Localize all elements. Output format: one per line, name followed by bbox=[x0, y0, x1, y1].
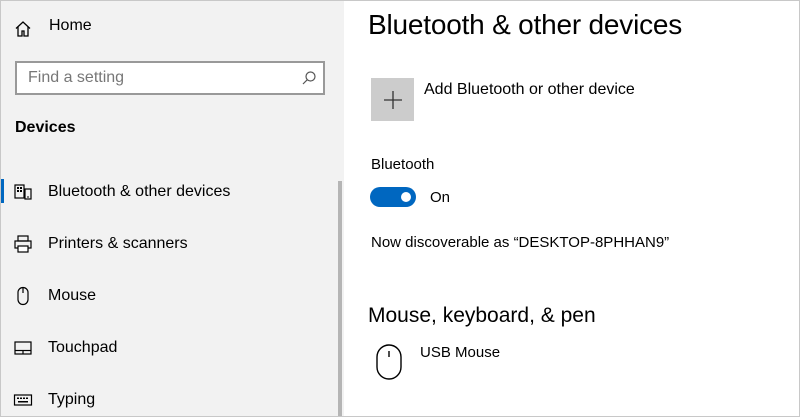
page-title: Bluetooth & other devices bbox=[368, 9, 683, 40]
bluetooth-devices-icon bbox=[14, 184, 32, 200]
add-device-button[interactable]: Add Bluetooth or other device bbox=[371, 78, 731, 122]
search-icon[interactable] bbox=[301, 70, 317, 86]
sidebar-item-label: Bluetooth & other devices bbox=[48, 183, 231, 200]
sidebar-item-typing[interactable]: Typing bbox=[1, 380, 335, 416]
bluetooth-label: Bluetooth bbox=[371, 156, 435, 173]
device-label: USB Mouse bbox=[420, 344, 501, 361]
selected-indicator bbox=[1, 179, 4, 203]
plus-icon bbox=[384, 91, 402, 109]
sidebar-item-touchpad[interactable]: Touchpad bbox=[1, 328, 335, 368]
keyboard-icon bbox=[13, 394, 33, 406]
sidebar-item-mouse[interactable]: Mouse bbox=[1, 276, 335, 316]
mouse-icon bbox=[17, 286, 29, 306]
discoverable-text: Now discoverable as “DESKTOP-8PHHAN9” bbox=[371, 234, 670, 251]
printer-icon bbox=[14, 235, 32, 253]
home-icon bbox=[15, 21, 31, 37]
search-box bbox=[15, 61, 325, 95]
search-input[interactable] bbox=[17, 63, 298, 93]
sidebar-home[interactable]: Home bbox=[1, 11, 331, 45]
add-device-label: Add Bluetooth or other device bbox=[424, 81, 635, 98]
sidebar-scrollbar[interactable] bbox=[338, 181, 342, 416]
mouse-keyboard-pen-heading: Mouse, keyboard, & pen bbox=[368, 304, 596, 327]
touchpad-icon bbox=[14, 341, 32, 355]
sidebar-item-label: Printers & scanners bbox=[48, 235, 188, 252]
bluetooth-toggle-state: On bbox=[430, 189, 451, 206]
sidebar-home-label: Home bbox=[49, 17, 92, 34]
sidebar-item-label: Typing bbox=[48, 391, 96, 408]
main-content: Bluetooth & other devices Add Bluetooth … bbox=[344, 1, 799, 416]
bluetooth-toggle[interactable] bbox=[370, 187, 416, 207]
add-device-tile bbox=[371, 78, 414, 121]
mouse-icon bbox=[376, 344, 402, 380]
sidebar-section-title: Devices bbox=[15, 119, 76, 136]
sidebar-item-label: Mouse bbox=[48, 287, 97, 304]
toggle-knob bbox=[401, 192, 411, 202]
sidebar-item-bluetooth[interactable]: Bluetooth & other devices bbox=[1, 172, 335, 212]
sidebar-item-label: Touchpad bbox=[48, 339, 118, 356]
settings-window: Home Devices Bluetooth & other devices bbox=[0, 0, 800, 417]
device-usb-mouse[interactable]: USB Mouse bbox=[372, 342, 672, 384]
sidebar-item-printers[interactable]: Printers & scanners bbox=[1, 224, 335, 264]
sidebar: Home Devices Bluetooth & other devices bbox=[1, 1, 344, 416]
